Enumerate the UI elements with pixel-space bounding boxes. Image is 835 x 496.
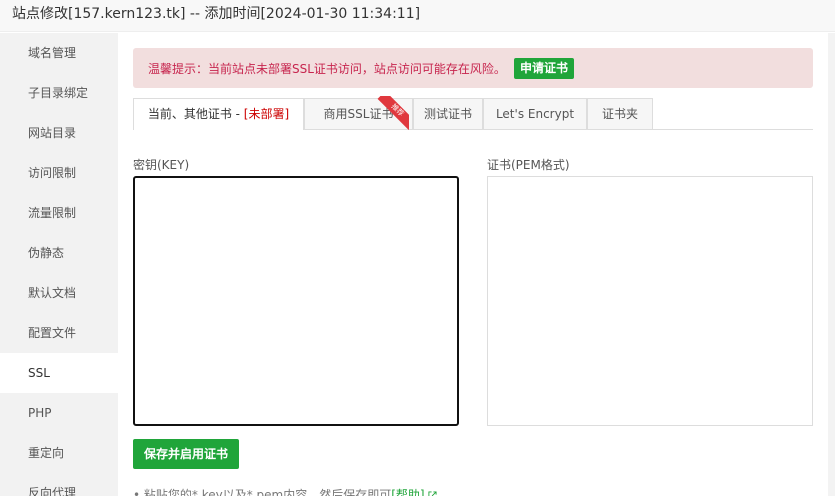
tab-lets-encrypt[interactable]: Let's Encrypt <box>483 98 587 129</box>
sidebar-item-rewrite[interactable]: 伪静态 <box>0 233 118 273</box>
tab-status-undeployed: [未部署] <box>243 107 290 121</box>
tab-current-certificate[interactable]: 当前、其他证书 - [未部署] <box>133 98 304 130</box>
sidebar-item-subdirectory[interactable]: 子目录绑定 <box>0 73 118 113</box>
help-link[interactable]: [帮助] <box>391 488 424 496</box>
sidebar-item-ssl[interactable]: SSL <box>0 353 118 393</box>
recommend-badge: 推荐 <box>373 96 409 130</box>
help-tip: • 粘贴您的*.key以及*.pem内容，然后保存即可[帮助] <box>133 486 437 496</box>
recommend-badge-label: 推荐 <box>377 96 409 130</box>
key-textarea[interactable] <box>133 176 459 426</box>
sidebar-item-reverse-proxy[interactable]: 反向代理 <box>0 473 118 496</box>
sidebar-item-domain[interactable]: 域名管理 <box>0 33 118 73</box>
sidebar-item-redirect[interactable]: 重定向 <box>0 433 118 473</box>
apply-certificate-button[interactable]: 申请证书 <box>514 58 574 79</box>
sidebar-item-traffic-limit[interactable]: 流量限制 <box>0 193 118 233</box>
window-titlebar: 站点修改[157.kern123.tk] -- 添加时间[2024-01-30 … <box>0 0 835 32</box>
ssl-tabs: 当前、其他证书 - [未部署] 商用SSL证书 测试证书 Let's Encry… <box>133 98 813 130</box>
sidebar-item-php[interactable]: PHP <box>0 393 118 433</box>
pem-textarea[interactable] <box>487 176 813 426</box>
ssl-warning-alert: 温馨提示：当前站点未部署SSL证书访问，站点访问可能存在风险。 申请证书 <box>133 48 813 88</box>
sidebar-item-access-limit[interactable]: 访问限制 <box>0 153 118 193</box>
tab-certificate-folder[interactable]: 证书夹 <box>587 98 653 129</box>
external-link-icon[interactable] <box>428 491 437 496</box>
content-scrollbar[interactable] <box>828 33 835 496</box>
tab-test-certificate[interactable]: 测试证书 <box>413 98 483 129</box>
alert-text: 温馨提示：当前站点未部署SSL证书访问，站点访问可能存在风险。 <box>148 62 506 76</box>
pem-label: 证书(PEM格式) <box>487 158 570 172</box>
window-title: 站点修改[157.kern123.tk] -- 添加时间[2024-01-30 … <box>12 6 421 22</box>
sidebar-item-config-file[interactable]: 配置文件 <box>0 313 118 353</box>
sidebar-item-default-doc[interactable]: 默认文档 <box>0 273 118 313</box>
sidebar-item-site-directory[interactable]: 网站目录 <box>0 113 118 153</box>
help-tip-text: • 粘贴您的*.key以及*.pem内容，然后保存即可 <box>133 488 392 496</box>
save-and-enable-button[interactable]: 保存并启用证书 <box>133 439 239 469</box>
key-label: 密钥(KEY) <box>133 158 190 172</box>
tab-current-certificate-label: 当前、其他证书 - <box>147 107 244 121</box>
sidebar: 域名管理 子目录绑定 网站目录 访问限制 流量限制 伪静态 默认文档 配置文件 … <box>0 33 118 496</box>
